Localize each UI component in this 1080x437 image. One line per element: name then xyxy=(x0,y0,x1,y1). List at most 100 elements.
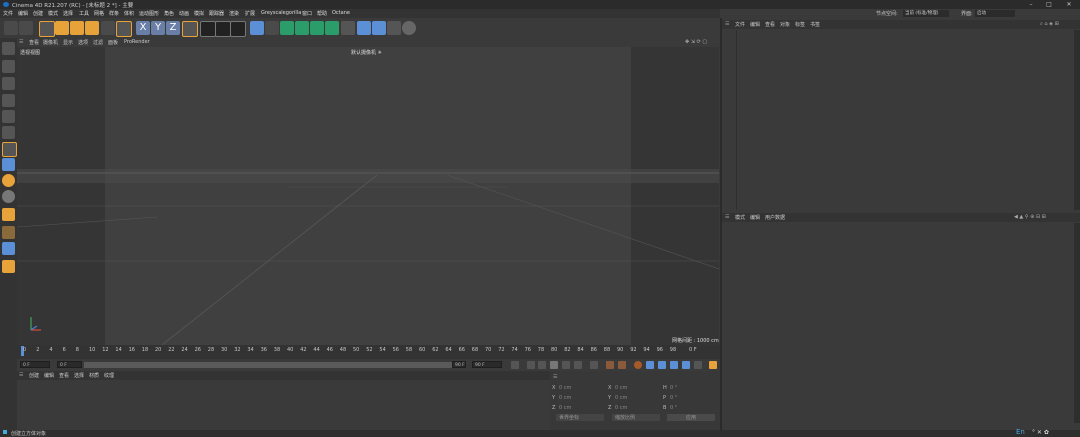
size-x-field[interactable]: 0 cm xyxy=(615,385,627,391)
size-y-field[interactable]: 0 cm xyxy=(615,395,627,401)
menu-help[interactable]: 帮助 xyxy=(317,10,327,17)
attr-tab-userdata[interactable]: 用户数据 xyxy=(765,214,785,221)
node-space-select[interactable]: 当前 (标准/物理) xyxy=(903,10,949,17)
live-selection-icon[interactable] xyxy=(39,21,55,37)
objects-side-strip[interactable] xyxy=(1074,30,1080,210)
attributes-side-strip[interactable] xyxy=(1074,223,1080,423)
z-axis-lock-icon[interactable]: Z xyxy=(166,21,180,35)
light-icon[interactable] xyxy=(402,21,416,35)
menu-tracker[interactable]: 跟踪器 xyxy=(209,10,224,17)
pos-z-field[interactable]: 0 cm xyxy=(559,405,571,411)
end-frame-field[interactable]: 90 F xyxy=(472,361,502,368)
vp-nav-icons[interactable]: ✥ ⇲ ⟳ ▢ xyxy=(685,39,707,45)
world-coordinate-icon[interactable] xyxy=(182,21,198,37)
grid-icon[interactable] xyxy=(372,21,386,35)
autokey-icon[interactable] xyxy=(618,361,626,369)
cloner-icon[interactable] xyxy=(295,21,309,35)
move-icon[interactable] xyxy=(55,21,69,35)
snap-icon[interactable] xyxy=(2,158,15,171)
vp-menu-view[interactable]: 查看 xyxy=(29,39,39,46)
menu-edit[interactable]: 编辑 xyxy=(18,10,28,17)
mat-tab-view[interactable]: 查看 xyxy=(59,372,69,379)
obj-tab-view[interactable]: 查看 xyxy=(765,21,775,28)
coordinate-system-icon[interactable] xyxy=(116,21,132,37)
timeline-ruler[interactable]: 0 2 4 6 8 10 12 14 16 18 20 22 24 26 28 30 32 34 36 38 40 42 4… xyxy=(17,345,720,359)
tweak-icon[interactable] xyxy=(2,208,15,221)
floor-icon[interactable] xyxy=(341,21,355,35)
objects-search-icons[interactable]: ⌕ ⌂ ◈ ⊞ xyxy=(1040,21,1059,27)
plugin-icon[interactable] xyxy=(2,260,15,273)
menu-tools[interactable]: 工具 xyxy=(79,10,89,17)
obj-tab-bookmarks[interactable]: 书签 xyxy=(810,21,820,28)
next-key-icon[interactable] xyxy=(574,361,582,369)
mat-tab-material[interactable]: 材质 xyxy=(89,372,99,379)
pos-y-field[interactable]: 0 cm xyxy=(559,395,571,401)
vp-menu-camera[interactable]: 摄像机 xyxy=(43,39,58,46)
scene-icon[interactable] xyxy=(387,21,401,35)
previous-key-icon[interactable] xyxy=(527,361,535,369)
attr-tab-edit[interactable]: 编辑 xyxy=(750,214,760,221)
points-mode-icon[interactable] xyxy=(2,94,15,107)
menu-animate[interactable]: 动画 xyxy=(179,10,189,17)
attributes-nav-icons[interactable]: ◀ ▲ ⚲ ⊕ ⊟ ⊞ xyxy=(1014,214,1046,220)
vp-menu-prorender[interactable]: ProRender xyxy=(124,39,150,45)
undo-icon[interactable] xyxy=(4,21,18,35)
key-param-icon[interactable] xyxy=(682,361,690,369)
menu-volume[interactable]: 体积 xyxy=(124,10,134,17)
interface-select[interactable]: 启动 xyxy=(975,10,1015,17)
rot-p-field[interactable]: 0 ° xyxy=(670,395,677,401)
play-icon[interactable] xyxy=(550,361,558,369)
size-z-field[interactable]: 0 cm xyxy=(615,405,627,411)
cube-icon[interactable] xyxy=(250,21,264,35)
key-scale-icon[interactable] xyxy=(670,361,678,369)
coord-mode-select[interactable]: 世界坐标 xyxy=(556,414,604,421)
menu-spline[interactable]: 样条 xyxy=(109,10,119,17)
keyframe-selection-icon[interactable] xyxy=(634,361,642,369)
axis-mode-icon[interactable] xyxy=(2,142,17,157)
mat-tab-select[interactable]: 选择 xyxy=(74,372,84,379)
key-rotation-icon[interactable] xyxy=(658,361,666,369)
texture-mode-icon[interactable] xyxy=(2,77,15,90)
octane-icon[interactable] xyxy=(2,242,15,255)
vp-menu-filter[interactable]: 过滤 xyxy=(93,39,103,46)
minimize-button[interactable]: – xyxy=(1024,0,1038,9)
render-view-icon[interactable] xyxy=(200,21,216,37)
menu-octane[interactable]: Octane xyxy=(332,10,350,16)
apply-button[interactable]: 应用 xyxy=(667,414,715,421)
record-active-icon[interactable] xyxy=(606,361,614,369)
mat-tab-create[interactable]: 创建 xyxy=(29,372,39,379)
solo-icon[interactable] xyxy=(2,190,15,203)
render-settings-icon[interactable] xyxy=(230,21,246,37)
obj-tab-object[interactable]: 对象 xyxy=(780,21,790,28)
timeline-settings-icon[interactable] xyxy=(709,361,717,369)
attr-tab-mode[interactable]: 模式 xyxy=(735,214,745,221)
menu-mesh[interactable]: 网格 xyxy=(94,10,104,17)
rot-h-field[interactable]: 0 ° xyxy=(670,385,677,391)
preview-start-field[interactable]: 0 F xyxy=(57,361,82,368)
menu-render[interactable]: 渲染 xyxy=(229,10,239,17)
menu-window[interactable]: 窗口 xyxy=(302,10,312,17)
y-axis-lock-icon[interactable]: Y xyxy=(151,21,165,35)
menu-create[interactable]: 创建 xyxy=(33,10,43,17)
menu-character[interactable]: 角色 xyxy=(164,10,174,17)
next-frame-icon[interactable] xyxy=(562,361,570,369)
ime-indicator[interactable]: En xyxy=(1016,428,1025,436)
menu-mograph[interactable]: 运动图形 xyxy=(139,10,159,17)
key-position-icon[interactable] xyxy=(646,361,654,369)
field-icon[interactable] xyxy=(325,21,339,35)
menu-file[interactable]: 文件 xyxy=(3,10,13,17)
vp-menu-panel[interactable]: 面板 xyxy=(108,39,118,46)
menu-extensions[interactable]: 扩展 xyxy=(245,10,255,17)
scale-icon[interactable] xyxy=(70,21,84,35)
preview-end-field[interactable]: 90 F xyxy=(452,361,466,368)
preview-range-slider[interactable] xyxy=(84,362,466,368)
make-editable-icon[interactable] xyxy=(2,42,15,55)
close-button[interactable]: ✕ xyxy=(1062,0,1076,9)
deformer-icon[interactable] xyxy=(310,21,324,35)
lock-workplane-icon[interactable] xyxy=(2,226,15,239)
recent-tool-icon[interactable] xyxy=(101,21,115,35)
perspective-viewport[interactable]: 透视视图 默认摄像机 ✳︎ 网格间距 : 1000 cm xyxy=(17,47,719,345)
go-to-start-icon[interactable] xyxy=(511,361,519,369)
camera-icon[interactable] xyxy=(357,21,371,35)
menu-greyscalegorilla[interactable]: Greyscalegorilla xyxy=(261,10,301,16)
